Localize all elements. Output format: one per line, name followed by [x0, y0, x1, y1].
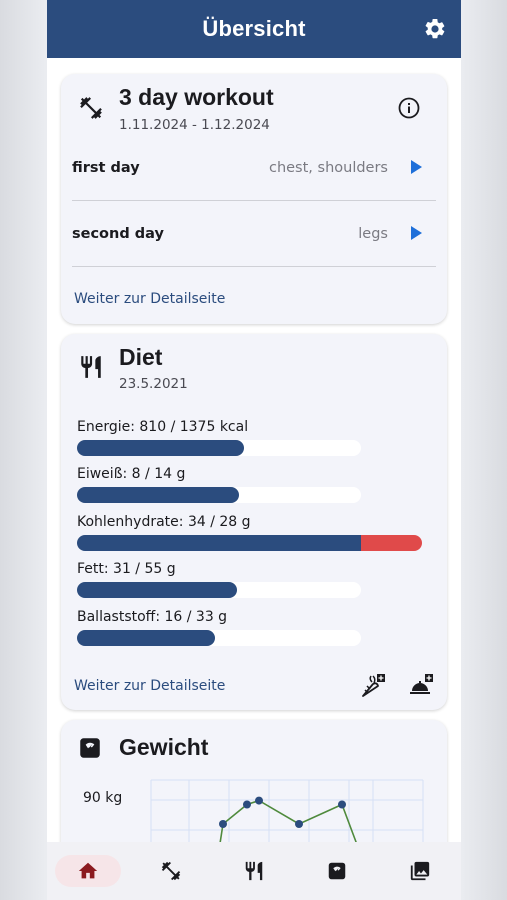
weight-data-point — [219, 820, 227, 828]
workout-day-row[interactable]: second day legs — [72, 201, 436, 267]
progress-fill — [77, 487, 240, 503]
progress-fill — [77, 630, 215, 646]
divider — [72, 266, 436, 267]
nutrient-label: Fett: 31 / 55 g — [77, 561, 176, 577]
progress-overflow — [361, 535, 422, 551]
diet-date: 23.5.2021 — [119, 376, 188, 392]
nutrient-label: Kohlenhydrate: 34 / 28 g — [77, 514, 251, 530]
nav-weight[interactable] — [304, 855, 370, 887]
nutrient-progress-bar — [77, 535, 422, 551]
nutrient-label: Energie: 810 / 1375 kcal — [77, 419, 249, 435]
nutrient-progress-bar — [77, 630, 361, 646]
day-muscle-groups: chest, shoulders — [268, 160, 388, 176]
dumbbell-icon — [80, 97, 102, 119]
cutlery-icon — [81, 356, 101, 378]
diet-card: Diet 23.5.2021 Energie: 810 / 1375 kcal … — [61, 334, 447, 710]
bottom-navigation — [47, 842, 461, 900]
weight-data-point — [295, 820, 303, 828]
scale-icon — [328, 862, 346, 880]
nutrient-label: Eiweiß: 8 / 14 g — [77, 466, 186, 482]
app-screen: Übersicht 3 day workout 1.11.2024 - 1.12… — [47, 0, 461, 900]
nutrient-progress-bar — [77, 487, 361, 503]
workout-details-link[interactable]: Weiter zur Detailseite — [74, 291, 225, 307]
weight-data-point — [255, 796, 263, 805]
nav-workout[interactable] — [138, 855, 204, 887]
add-meal-icon[interactable] — [407, 672, 435, 700]
nutrient-label: Ballaststoff: 16 / 33 g — [77, 609, 228, 625]
gear-icon[interactable] — [423, 17, 447, 41]
day-name: second day — [72, 226, 164, 242]
workout-card: 3 day workout 1.11.2024 - 1.12.2024 firs… — [61, 74, 447, 324]
gallery-icon — [410, 861, 429, 881]
app-bar: Übersicht — [47, 0, 461, 58]
diet-title: Diet — [119, 344, 163, 370]
page-title: Übersicht — [202, 16, 306, 41]
nav-gallery[interactable] — [387, 855, 453, 887]
workout-title: 3 day workout — [119, 84, 274, 110]
progress-fill — [77, 440, 245, 456]
nutrient-progress-bar — [77, 440, 361, 456]
home-icon — [79, 862, 98, 879]
progress-fill — [77, 535, 361, 551]
day-name: first day — [72, 160, 140, 176]
weight-title: Gewicht — [119, 734, 209, 760]
progress-fill — [77, 582, 238, 598]
play-icon[interactable] — [411, 160, 422, 174]
weight-data-point — [243, 800, 251, 809]
scale-icon — [80, 738, 100, 758]
info-icon[interactable] — [397, 96, 421, 120]
add-ingredient-icon[interactable] — [359, 672, 387, 700]
weight-data-point — [338, 800, 346, 809]
play-icon[interactable] — [411, 226, 422, 240]
workout-date-range: 1.11.2024 - 1.12.2024 — [119, 117, 270, 133]
day-muscle-groups: legs — [358, 226, 388, 242]
diet-details-link[interactable]: Weiter zur Detailseite — [74, 678, 225, 694]
dumbbell-icon — [162, 861, 181, 881]
nav-home[interactable] — [55, 855, 122, 887]
nutrient-progress-bar — [77, 582, 361, 598]
cutlery-icon — [245, 861, 263, 881]
workout-day-row[interactable]: first day chest, shoulders — [72, 135, 436, 201]
nav-diet[interactable] — [221, 855, 287, 887]
